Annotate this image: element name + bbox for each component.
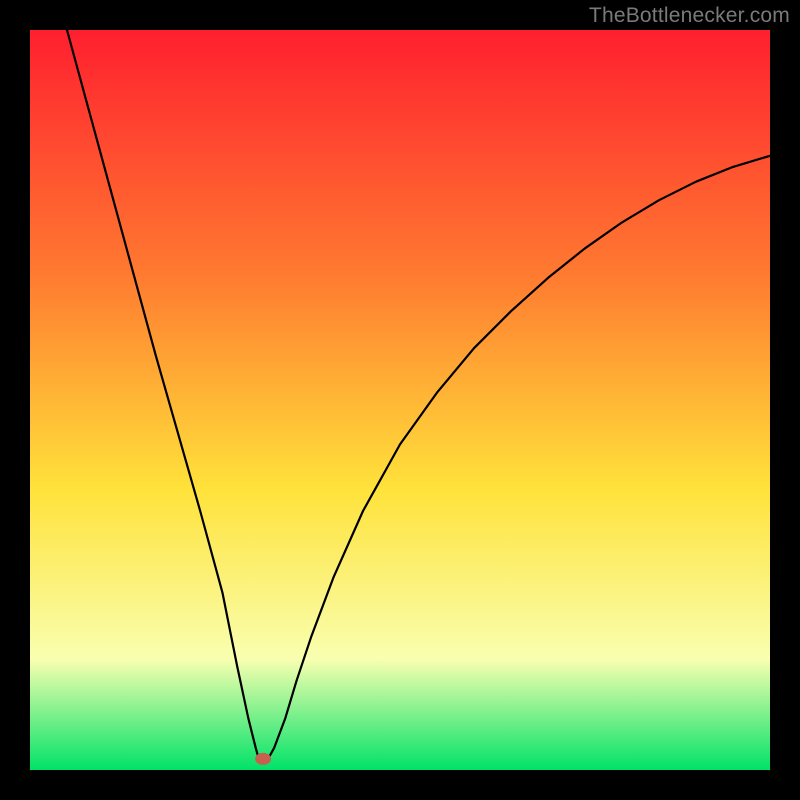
outer-frame: TheBottlenecker.com <box>0 0 800 800</box>
gradient-background <box>30 30 770 770</box>
optimum-marker <box>255 753 271 765</box>
watermark-text: TheBottlenecker.com <box>589 4 790 28</box>
bottleneck-chart <box>30 30 770 770</box>
